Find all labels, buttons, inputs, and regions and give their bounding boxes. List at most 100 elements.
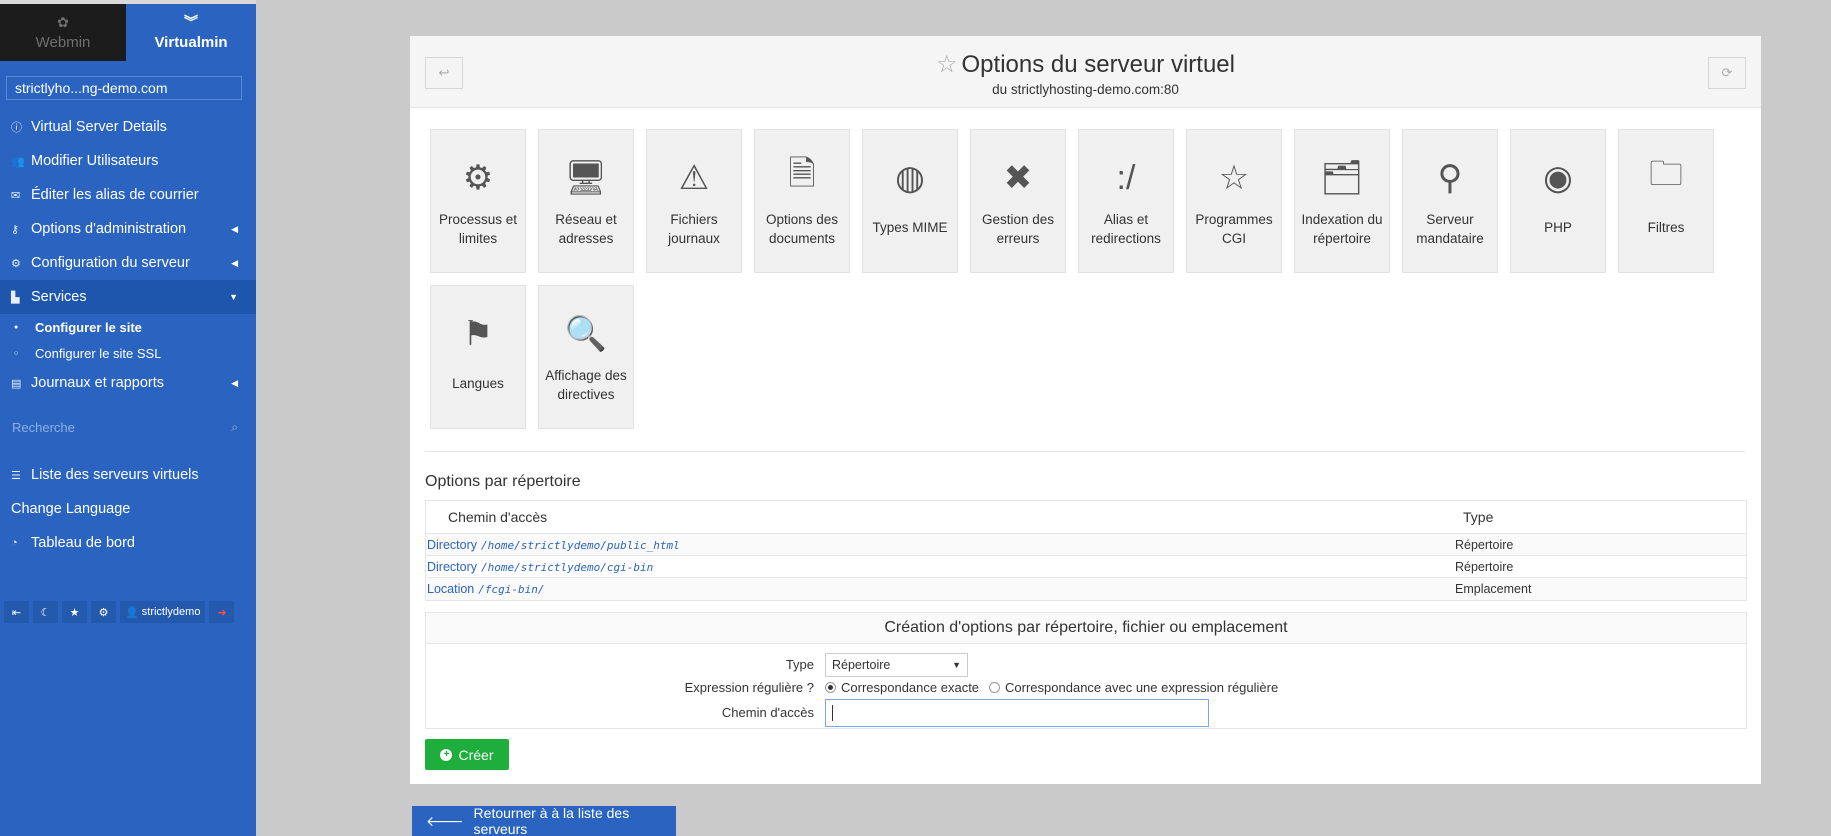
sidebar-item-users[interactable]: 👥 Modifier Utilisateurs — [0, 144, 256, 178]
sidebar-subitem-configure-site[interactable]: ● Configurer le site — [0, 314, 256, 340]
sitemap-icon: ▙ — [11, 291, 20, 304]
icon-cgi-programs[interactable]: ☆ Programmes CGI — [1186, 129, 1282, 273]
product-switcher: ✿ Webmin ︾ Virtualmin — [0, 4, 256, 61]
logout-button[interactable]: ➜ — [209, 601, 235, 623]
sidebar-subitem-configure-ssl[interactable]: ○ Configurer le site SSL — [0, 340, 256, 366]
magnifier-icon: 🔍 — [564, 315, 608, 353]
radio-checked[interactable] — [825, 682, 836, 693]
icon-label: Réseau et adresses — [555, 212, 617, 246]
mime-icon: ◍ — [895, 159, 925, 197]
row-path: /fcgi-bin/ — [478, 583, 545, 596]
icon-log-files[interactable]: ⚠ Fichiers journaux — [646, 129, 742, 273]
gears-icon: ⚙ — [462, 159, 494, 197]
star-icon: ★ — [69, 606, 80, 619]
radio-unchecked[interactable] — [989, 682, 1001, 693]
table-row: Location/fcgi-bin/ Emplacement — [426, 578, 1746, 600]
alias-icon: :/ — [1116, 158, 1136, 197]
dropdown-arrow-icon: ▼ — [952, 660, 961, 670]
sidebar-item-mail-aliases[interactable]: ✉ Éditer les alias de courrier — [0, 178, 256, 212]
table-row: Directory/home/strictlydemo/public_html … — [426, 534, 1746, 556]
icon-show-directives[interactable]: 🔍 Affichage des directives — [538, 285, 634, 429]
icon-directory-indexing[interactable]: 🗂 Indexation du répertoire — [1294, 129, 1390, 273]
regex-radio-group: Correspondance exacte Correspondance ave… — [825, 680, 1278, 695]
create-button[interactable]: + Créer — [425, 739, 509, 770]
sidebar-search[interactable]: Recherche ⌕ — [0, 414, 256, 440]
icon-label: Langues — [452, 376, 504, 391]
icon-php[interactable]: ◉ PHP — [1510, 129, 1606, 273]
icon-mime-types[interactable]: ◍ Types MIME — [862, 129, 958, 273]
icon-processes-limits[interactable]: ⚙ Processus et limites — [430, 129, 526, 273]
icon-label: Options des documents — [765, 212, 839, 246]
sidebar-item-label: Services — [31, 289, 87, 305]
refresh-button[interactable]: ⟳ — [1708, 57, 1746, 89]
icon-proxy-server[interactable]: ⚲ Serveur mandataire — [1402, 129, 1498, 273]
sidebar-item-change-language[interactable]: Change Language — [0, 492, 256, 526]
row-type: Répertoire — [1455, 538, 1514, 552]
languages-icon: ⚑ — [462, 315, 494, 353]
caret-left-icon: ◀ — [231, 377, 238, 388]
icon-label: Filtres — [1647, 220, 1685, 235]
row-path: /home/strictlydemo/public_html — [481, 539, 680, 552]
domain-selector[interactable]: strictlyho...ng-demo.com — [6, 76, 242, 100]
favorites-button[interactable]: ★ — [62, 601, 87, 623]
plus-circle-icon: + — [440, 748, 453, 761]
form-row-path: Chemin d'accès — [426, 699, 1748, 727]
icon-error-handling[interactable]: ✖ Gestion des erreurs — [970, 129, 1066, 273]
radio-label: Correspondance exacte — [841, 680, 980, 695]
warning-log-icon: ⚠ — [678, 159, 710, 197]
sidebar-item-virtual-server-details[interactable]: ⓘ Virtual Server Details — [0, 110, 256, 144]
webmin-logo-icon: ✿ — [57, 13, 69, 30]
icon-aliases-redirects[interactable]: :/ Alias et redirections — [1078, 129, 1174, 273]
info-icon: ⓘ — [11, 122, 22, 134]
sidebar-item-label: Configuration du serveur — [31, 255, 190, 271]
dashboard-icon: ◔ — [11, 537, 18, 549]
path-input[interactable] — [825, 699, 1209, 727]
icon-languages[interactable]: ⚑ Langues — [430, 285, 526, 429]
virtualmin-logo-icon: ︾ — [184, 13, 198, 30]
search-input[interactable]: Recherche — [12, 420, 75, 435]
settings-button[interactable]: ⚙ — [91, 601, 116, 623]
icon-label: Alias et redirections — [1091, 212, 1161, 246]
tab-webmin[interactable]: ✿ Webmin — [0, 4, 126, 61]
row-kind: Directory — [427, 560, 478, 574]
type-select-value: Répertoire — [832, 658, 891, 672]
sidebar-subitem-label: Configurer le site — [35, 319, 142, 335]
user-button[interactable]: 👤 strictlydemo — [120, 601, 206, 623]
collapse-icon: ⇤ — [11, 606, 22, 619]
proxy-icon: ⚲ — [1437, 159, 1463, 197]
sidebar-item-dashboard[interactable]: ◔ Tableau de bord — [0, 526, 256, 560]
collapse-button[interactable]: ⇤ — [4, 601, 29, 623]
favorite-star-icon[interactable]: ☆ — [936, 51, 958, 78]
tab-virtualmin[interactable]: ︾ Virtualmin — [126, 4, 256, 61]
caret-left-icon: ◀ — [231, 223, 238, 234]
night-mode-button[interactable]: ☾ — [33, 601, 58, 623]
bullet-filled-icon: ● — [14, 323, 19, 331]
sidebar-item-server-list[interactable]: ☰ Liste des serveurs virtuels — [0, 458, 256, 492]
row-kind: Directory — [427, 538, 478, 552]
section-title: Options par répertoire — [425, 473, 581, 490]
row-link[interactable]: Directory/home/strictlydemo/cgi-bin — [427, 560, 653, 574]
sidebar-menu: ⓘ Virtual Server Details 👥 Modifier Util… — [0, 110, 256, 400]
radio-regex-match[interactable]: Correspondance avec une expression régul… — [989, 680, 1278, 695]
row-link[interactable]: Location/fcgi-bin/ — [427, 582, 545, 596]
sidebar-item-services[interactable]: ▙ Services ▼ — [0, 280, 256, 314]
icon-document-options[interactable]: 🗎 Options des documents — [754, 129, 850, 273]
create-options-form: Création d'options par répertoire, fichi… — [425, 612, 1747, 729]
row-link[interactable]: Directory/home/strictlydemo/public_html — [427, 538, 680, 552]
return-to-server-list-button[interactable]: 🡐 Retourner à à la liste des serveurs — [412, 805, 676, 836]
sidebar-item-admin-options[interactable]: ⚷ Options d'administration ◀ — [0, 212, 256, 246]
radio-exact-match[interactable]: Correspondance exacte — [825, 680, 979, 695]
error-x-icon: ✖ — [1003, 159, 1033, 197]
icon-label: Indexation du répertoire — [1301, 212, 1383, 246]
page-subtitle: du strictlyhosting-demo.com:80 — [992, 82, 1179, 97]
column-header-type: Type — [1463, 509, 1494, 525]
caret-down-icon: ▼ — [229, 292, 238, 302]
user-icon: 👤 — [125, 606, 139, 619]
users-icon: 👥 — [11, 155, 25, 168]
icon-network-addresses[interactable]: 🖥 Réseau et adresses — [538, 129, 634, 273]
folder-index-icon: 🗂 — [1320, 159, 1364, 197]
icon-filters[interactable]: 🗀 Filtres — [1618, 129, 1714, 273]
sidebar-item-logs[interactable]: ▤ Journaux et rapports ◀ — [0, 366, 256, 400]
sidebar-item-server-config[interactable]: ⚙ Configuration du serveur ◀ — [0, 246, 256, 280]
type-select[interactable]: Répertoire ▼ — [825, 653, 968, 677]
